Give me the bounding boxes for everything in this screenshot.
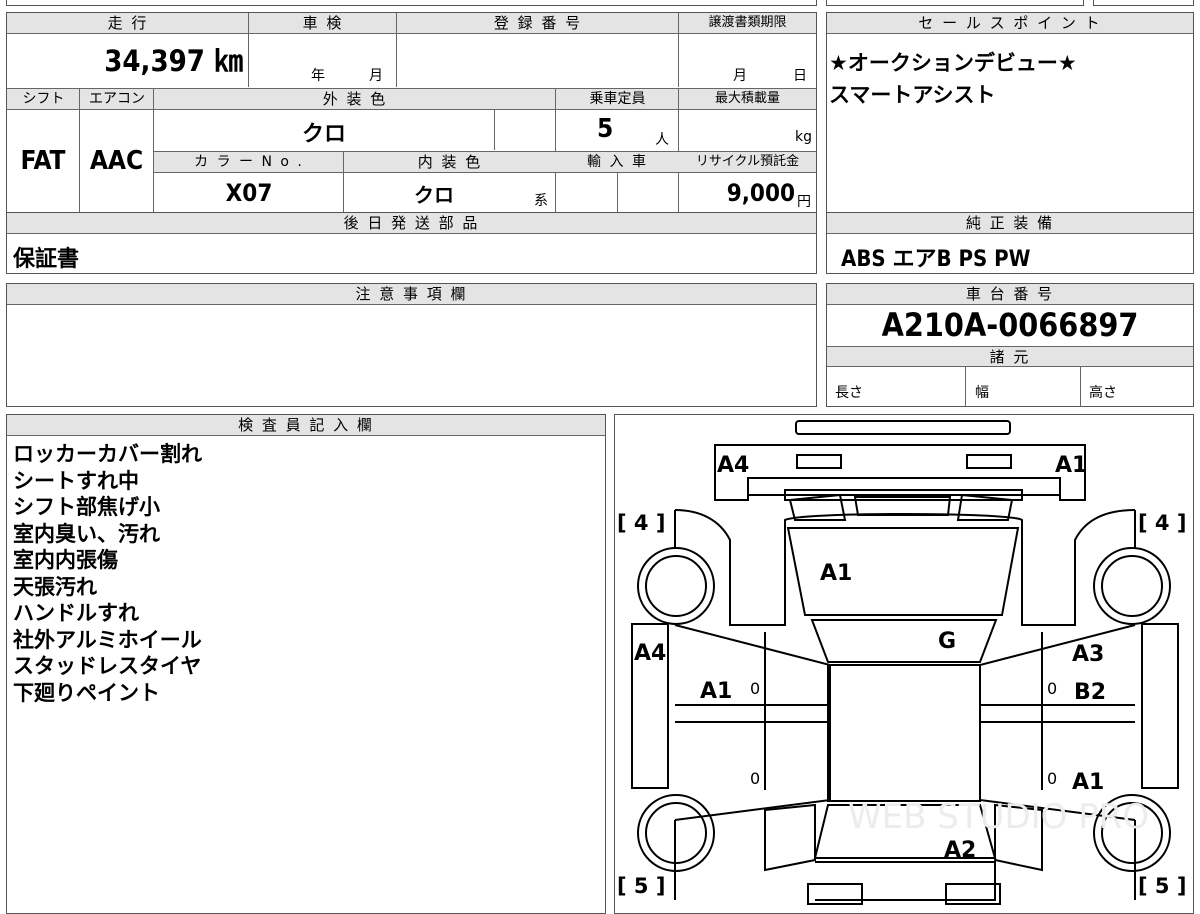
equipment-header: 純 正 装 備 (827, 213, 1193, 234)
mark-left-front-tire: [ 4 ] (617, 511, 665, 535)
inspection-note: 室内内張傷 (13, 548, 118, 572)
inspector-section: 検 査 員 記 入 欄 ロッカーカバー割れ シートすれ中 シフト部焦げ小 室内臭… (6, 414, 606, 914)
mark-pillar-right-upper: 0 (1047, 679, 1057, 698)
mileage-header: 走 行 (7, 13, 249, 34)
interior-color-header: 内 装 色 (344, 152, 556, 173)
aircon-value: AAC (89, 146, 144, 176)
exterior-color-header: 外 装 色 (154, 89, 556, 110)
mark-right-rear-door: A1 (1072, 770, 1104, 795)
top-strip-right (826, 0, 1084, 6)
sales-points-header: セ ー ル ス ポ イ ン ト (827, 13, 1193, 34)
mark-front-left-corner: A4 (717, 453, 749, 478)
inspector-notes-list: ロッカーカバー割れ シートすれ中 シフト部焦げ小 室内臭い、汚れ 室内内張傷 天… (7, 441, 202, 706)
spec-height-label: 高さ (1089, 385, 1117, 401)
mark-right-front-door-b: B2 (1074, 680, 1106, 705)
capacity-value: 5 (597, 114, 614, 144)
inspection-year-unit: 年 (311, 68, 325, 84)
inspection-note: ハンドルすれ (13, 601, 139, 625)
inspection-note: 天張汚れ (13, 574, 97, 599)
inspection-note: ロッカーカバー割れ (13, 442, 202, 466)
inspection-note: シフト部焦げ小 (13, 495, 160, 519)
top-strip (6, 0, 817, 6)
car-diagram-section: WEB STUDIO PRO A4 A1 [ 4 ] [ 4 ] A1 G A4… (614, 414, 1194, 914)
specs-header: 諸 元 (827, 346, 1193, 367)
mark-left-rear-tire: [ 5 ] (617, 874, 665, 898)
mark-right-front-tire: [ 4 ] (1138, 511, 1186, 535)
transfer-deadline-header: 譲渡書類期限 (679, 13, 816, 34)
shift-header: シフト (7, 89, 80, 110)
later-parts-value: 保証書 (13, 247, 80, 272)
shift-value: FAT (20, 146, 66, 176)
mileage-value: 34,397 ㎞ (104, 44, 243, 78)
mark-left-front-door: A4 (634, 641, 666, 666)
mark-front-right-corner: A1 (1055, 453, 1087, 478)
inspection-note: 室内臭い、汚れ (13, 521, 160, 546)
recycle-fee-value: 9,000 (726, 179, 795, 207)
chassis-header: 車 台 番 号 (827, 284, 1193, 305)
mark-pillar-left-lower: 0 (750, 769, 760, 788)
mark-pillar-left-upper: 0 (750, 679, 760, 698)
recycle-header: リサイクル預託金 (679, 152, 816, 173)
equipment-section: 純 正 装 備 ABS エアB PS PW (826, 212, 1194, 274)
mark-rear: A2 (944, 838, 976, 863)
transfer-day-unit: 日 (793, 68, 807, 84)
notes-header: 注 意 事 項 欄 (7, 284, 816, 305)
inspection-month-unit: 月 (369, 68, 383, 84)
spec-width-label: 幅 (975, 385, 989, 401)
chassis-number: A210A-0066897 (881, 306, 1139, 344)
spec-length-label: 長さ (835, 385, 863, 401)
sales-point-line: ★オークションデビュー★ (829, 51, 1077, 75)
sales-points-section: セ ー ル ス ポ イ ン ト ★オークションデビュー★ スマートアシスト (826, 12, 1194, 213)
inspection-header: 車 検 (249, 13, 397, 34)
chassis-section: 車 台 番 号 A210A-0066897 諸 元 長さ 幅 高さ (826, 283, 1194, 407)
top-strip-far-right (1093, 0, 1194, 6)
mark-left-door-center: A1 (700, 679, 732, 704)
equipment-value: ABS エアB PS PW (841, 247, 1031, 272)
max-load-header: 最大積載量 (679, 89, 816, 110)
inspection-note: 社外アルミホイール (13, 627, 202, 652)
inspection-note: シートすれ中 (13, 468, 139, 493)
color-no-value: X07 (225, 179, 273, 207)
capacity-unit: 人 (655, 132, 669, 148)
car-diagram: WEB STUDIO PRO A4 A1 [ 4 ] [ 4 ] A1 G A4… (617, 420, 1186, 905)
notes-section: 注 意 事 項 欄 (6, 283, 817, 407)
import-header: 輸 入 車 (556, 152, 679, 173)
watermark: WEB STUDIO PRO (848, 797, 1149, 837)
mark-roof: G (938, 629, 956, 654)
later-parts-header: 後 日 発 送 部 品 (7, 213, 816, 234)
max-load-unit: kg (795, 129, 812, 145)
recycle-fee-unit: 円 (797, 194, 811, 210)
interior-color-value: クロ (414, 183, 454, 207)
capacity-header: 乗車定員 (556, 89, 679, 110)
mark-windshield: A1 (820, 561, 852, 586)
inspector-header: 検 査 員 記 入 欄 (7, 415, 605, 436)
mark-right-rear-tire: [ 5 ] (1138, 874, 1186, 898)
aircon-header: エアコン (80, 89, 154, 110)
mark-pillar-right-lower: 0 (1047, 769, 1057, 788)
later-parts-section: 後 日 発 送 部 品 保証書 (6, 212, 817, 274)
inspection-note: 下廻りペイント (13, 680, 160, 705)
vehicle-info-table: 走 行 車 検 登 録 番 号 譲渡書類期限 34,397 ㎞ 年 月 月 日 … (6, 12, 817, 213)
interior-color-suffix: 系 (534, 193, 548, 209)
mark-right-front-door-a: A3 (1072, 642, 1104, 667)
exterior-color-value: クロ (301, 122, 346, 147)
sales-point-line: スマートアシスト (829, 83, 996, 107)
inspection-note: スタッドレスタイヤ (13, 654, 202, 678)
color-no-header: カ ラ ー N o . (154, 152, 344, 173)
registration-header: 登 録 番 号 (397, 13, 679, 34)
transfer-month-unit: 月 (733, 68, 747, 84)
